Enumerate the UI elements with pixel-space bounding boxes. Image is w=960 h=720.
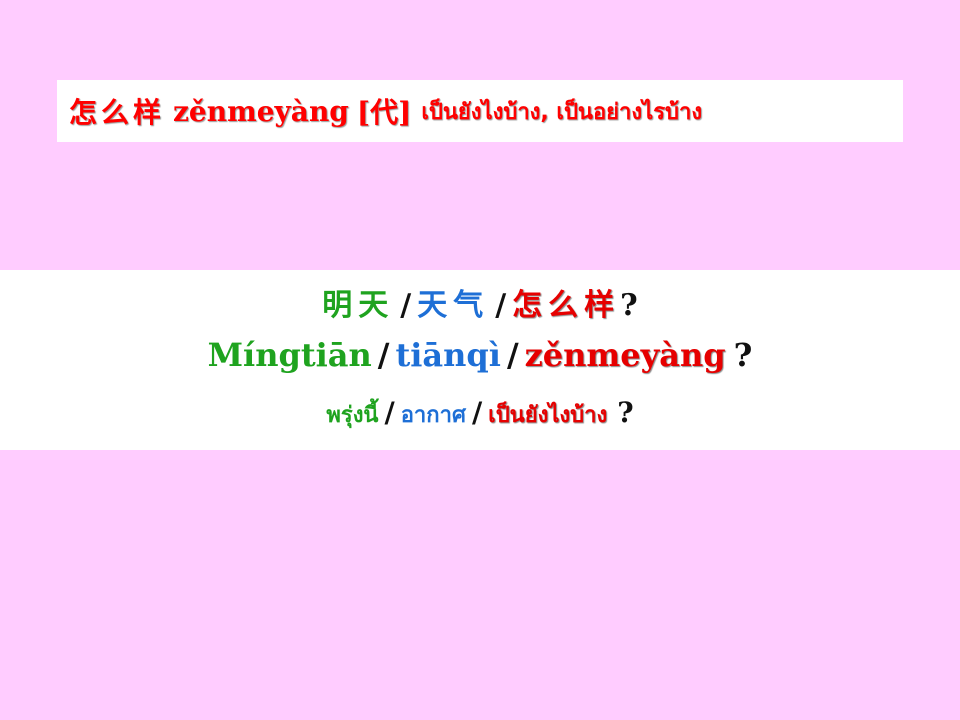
thai-subject: อากาศ [400, 403, 466, 428]
example-hanzi-line: 明天 / 天气 / 怎么样? [0, 280, 960, 324]
pinyin-subject: tiānqì [395, 336, 501, 374]
separator: / [495, 288, 507, 323]
separator: / [377, 336, 390, 374]
thai-time: พรุ่งนี้ [326, 403, 379, 428]
separator: / [506, 336, 519, 374]
vocab-title-box: 怎么样 zěnmeyàng [代] เป็นยังไงบ้าง, เป็นอย่… [57, 80, 903, 142]
title-pinyin: zěnmeyàng [173, 94, 349, 128]
separator: / [471, 396, 483, 429]
hanzi-subject: 天气 [417, 288, 490, 323]
separator: / [400, 288, 412, 323]
question-mark: ? [733, 336, 753, 374]
title-thai-meaning: เป็นยังไงบ้าง, เป็นอย่างไรบ้าง [421, 99, 703, 125]
pinyin-time: Míngtiān [207, 336, 372, 374]
separator: / [384, 396, 395, 429]
hanzi-time: 明天 [322, 288, 395, 323]
question-mark: ? [620, 288, 638, 323]
hanzi-predicate: 怎么样 [512, 288, 621, 323]
question-mark: ? [617, 396, 634, 429]
example-thai-line: พรุ่งนี้ / อากาศ / เป็นยังไงบ้าง? [0, 396, 960, 432]
thai-predicate: เป็นยังไงบ้าง [488, 403, 608, 428]
title-part-of-speech: [代] [356, 96, 412, 129]
title-hanzi: 怎么样 [69, 96, 166, 129]
example-sentence-band: 明天 / 天气 / 怎么样? Míngtiān / tiānqì / zěnmeyàng? พร… [0, 270, 960, 450]
pinyin-predicate: zěnmeyàng [524, 336, 726, 374]
example-pinyin-line: Míngtiān / tiānqì / zěnmeyàng? [0, 336, 960, 374]
